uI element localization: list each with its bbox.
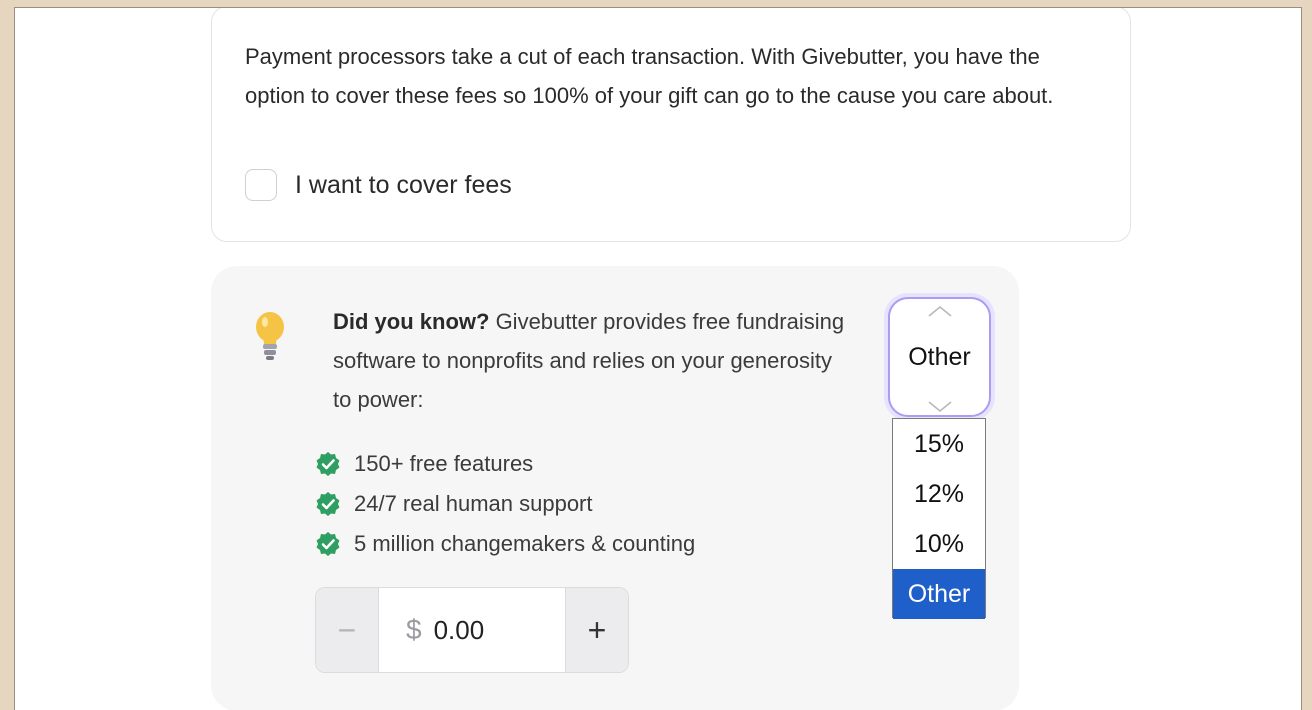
chevron-up-icon: [928, 305, 952, 317]
tip-headline: Did you know?: [333, 309, 490, 334]
option-15-percent[interactable]: 15%: [893, 419, 985, 469]
tip-amount-value[interactable]: 0.00: [434, 615, 485, 646]
decrease-button[interactable]: −: [316, 588, 379, 672]
tip-options-dropdown: 15% 12% 10% Other: [892, 418, 986, 619]
option-other[interactable]: Other: [893, 569, 985, 619]
check-badge-icon: [316, 532, 340, 556]
tip-amount-input[interactable]: $ 0.00: [379, 588, 565, 672]
option-12-percent[interactable]: 12%: [893, 469, 985, 519]
fees-description: Payment processors take a cut of each tr…: [245, 44, 1054, 108]
feature-list: 150+ free features 24/7 real human suppo…: [315, 444, 695, 564]
cover-fees-row[interactable]: I want to cover fees: [245, 165, 512, 205]
page-frame: Payment processors take a cut of each tr…: [14, 7, 1302, 710]
option-10-percent[interactable]: 10%: [893, 519, 985, 569]
tip-description: Did you know? Givebutter provides free f…: [333, 302, 853, 419]
list-item: 150+ free features: [315, 444, 695, 484]
increase-button[interactable]: +: [565, 588, 628, 672]
tip-amount-stepper: − $ 0.00 +: [315, 587, 629, 673]
check-badge-icon: [316, 452, 340, 476]
list-item: 5 million changemakers & counting: [315, 524, 695, 564]
cover-fees-checkbox[interactable]: [245, 169, 277, 201]
feature-text: 5 million changemakers & counting: [354, 531, 696, 556]
currency-symbol: $: [406, 614, 422, 645]
cover-fees-label[interactable]: I want to cover fees: [295, 171, 512, 200]
list-item: 24/7 real human support: [315, 484, 695, 524]
tip-percentage-select[interactable]: Other: [888, 297, 991, 417]
check-badge-icon: [316, 492, 340, 516]
lightbulb-icon: [256, 312, 284, 360]
cover-fees-card: Payment processors take a cut of each tr…: [211, 8, 1131, 242]
tip-select-value: Other: [908, 342, 971, 371]
feature-text: 150+ free features: [354, 451, 534, 476]
chevron-down-icon: [928, 401, 952, 413]
feature-text: 24/7 real human support: [354, 491, 593, 516]
